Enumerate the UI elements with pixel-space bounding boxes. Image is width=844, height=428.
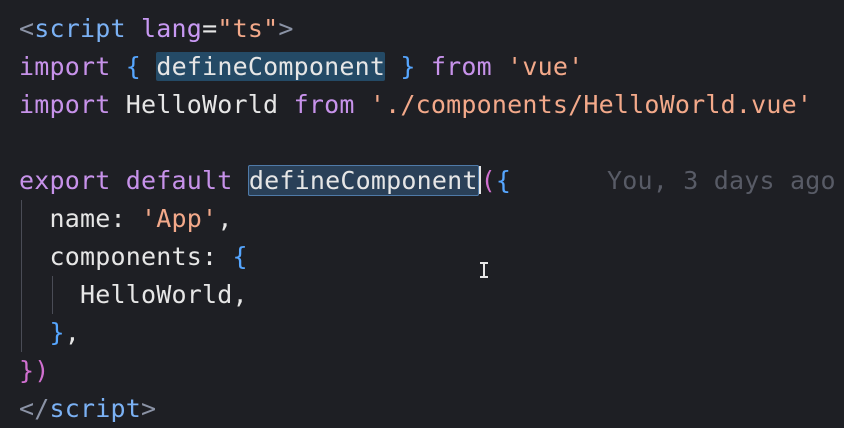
property-key-components: components: (49, 242, 218, 271)
tag-name-script: script (49, 394, 142, 423)
identifier-helloworld: HelloWorld (125, 90, 279, 119)
tag-name-script: script (34, 14, 126, 43)
brace-close: } (19, 356, 35, 385)
brace-open: { (232, 242, 248, 271)
code-line-3: import HelloWorld from './components/Hel… (19, 86, 812, 124)
keyword-import: import (19, 90, 111, 119)
code-line-10: }) (19, 352, 50, 390)
brace-open: { (125, 52, 142, 81)
code-line-6: name: 'App', (19, 200, 233, 238)
brace-open: { (495, 166, 512, 195)
identifier-define-component-selected: defineComponent (247, 165, 479, 196)
attr-value: "ts" (217, 14, 279, 43)
code-line-2: import { defineComponent } from 'vue' (19, 48, 583, 86)
code-line-5: export default defineComponent({ (19, 162, 511, 200)
attr-equals: = (202, 14, 218, 43)
comma: , (64, 318, 81, 347)
tag-close-bracket: > (141, 394, 157, 423)
comma: , (217, 204, 233, 233)
keyword-import: import (19, 52, 111, 81)
paren-open: ( (480, 166, 496, 195)
code-line-11: </script> (19, 390, 156, 428)
attr-lang: lang (141, 14, 203, 43)
keyword-export: export (19, 166, 111, 195)
paren-close: ) (34, 356, 50, 385)
tag-open-bracket: </ (19, 394, 50, 423)
code-line-9: }, (19, 314, 80, 352)
code-editor[interactable]: <script lang="ts"> import { defineCompon… (0, 0, 844, 428)
brace-close: } (49, 318, 65, 347)
identifier-helloworld: HelloWorld (80, 280, 233, 309)
keyword-from: from (430, 52, 492, 81)
tag-open-bracket: < (19, 14, 35, 43)
property-key-name: name: (49, 204, 126, 233)
module-string: './components/HelloWorld.vue' (369, 90, 813, 119)
comma: , (232, 280, 248, 309)
identifier-define-component-highlight: defineComponent (156, 52, 386, 81)
code-line-7: components: { (19, 238, 248, 276)
keyword-default: default (125, 166, 233, 195)
git-blame-annotation: You, 3 days ago (607, 166, 836, 195)
module-string: 'vue' (507, 52, 584, 81)
code-line-1: <script lang="ts"> (19, 10, 294, 48)
brace-close: } (400, 52, 416, 81)
keyword-from: from (293, 90, 355, 119)
tag-close-bracket: > (278, 14, 294, 43)
property-value-app: 'App' (141, 204, 218, 233)
code-line-8: HelloWorld, (19, 276, 248, 314)
ibeam-cursor-icon (479, 262, 489, 278)
